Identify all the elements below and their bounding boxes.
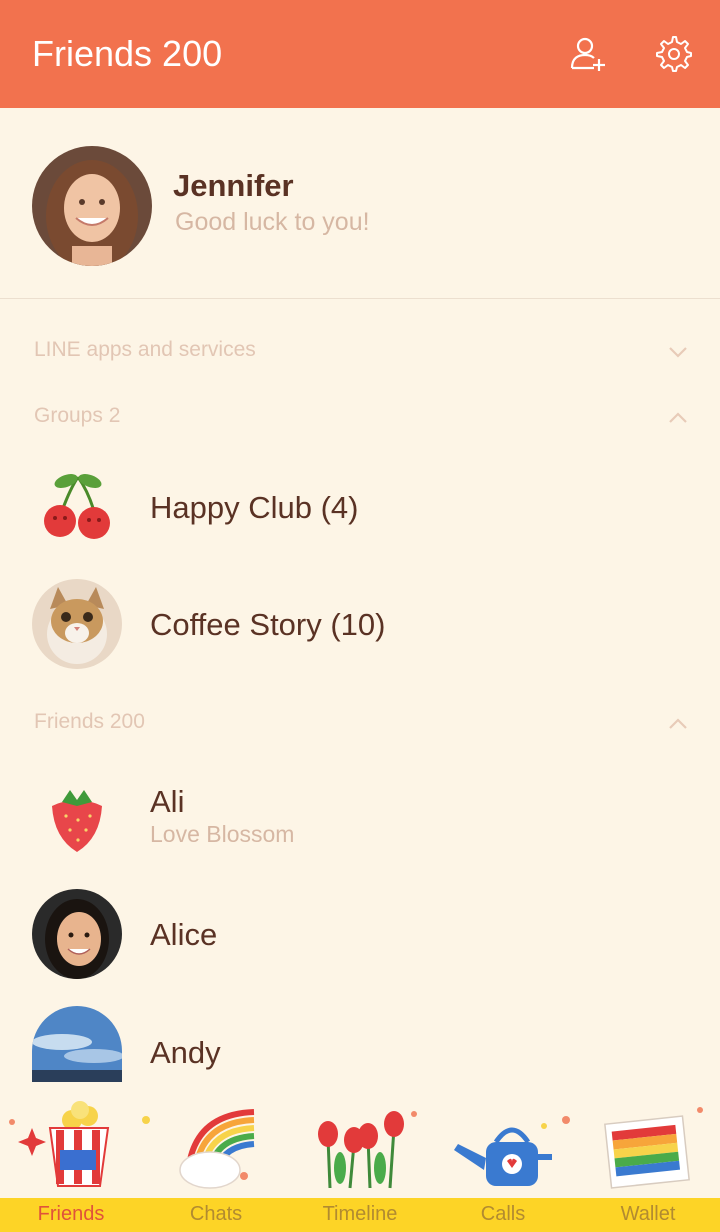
section-header-friends[interactable]: Friends 200 [34,710,145,734]
chevron-up-icon[interactable] [666,712,690,736]
rainbow-cloud-icon [179,1109,255,1189]
friend-name: Alice [150,917,218,952]
tab-sticker-strip [0,1098,720,1198]
chevron-down-icon[interactable] [666,340,690,364]
profile-avatar[interactable] [32,146,152,266]
tab-wallet[interactable]: Wallet [588,1203,708,1226]
tab-chats[interactable]: Chats [156,1203,276,1226]
gear-icon[interactable] [654,34,694,74]
app-header: Friends 200 [0,0,720,108]
friend-name: Andy [150,1035,221,1070]
chevron-up-icon[interactable] [666,406,690,430]
section-header-services[interactable]: LINE apps and services [34,338,256,362]
page-title: Friends 200 [32,33,223,74]
watering-can-icon [454,1116,570,1186]
tab-calls[interactable]: Calls [443,1203,563,1226]
friend-status-message: Love Blossom [150,821,295,847]
friend-avatar [32,889,122,979]
sky-avatar [32,1006,122,1082]
add-friend-icon[interactable] [568,34,608,74]
bottom-tab-bar: Friends Chats Timeline Calls Wallet [0,1198,720,1232]
tulips-icon [318,1111,417,1189]
popcorn-icon [9,1101,150,1187]
strawberry-icon [32,776,122,866]
friend-name: Ali [150,784,185,819]
group-name: Happy Club (4) [150,490,359,525]
divider [0,298,720,299]
profile-name: Jennifer [173,168,294,203]
tab-friends[interactable]: Friends [11,1203,131,1226]
profile-status-message: Good luck to you! [175,208,370,236]
group-name: Coffee Story (10) [150,607,386,642]
cat-avatar [32,579,122,669]
section-header-groups[interactable]: Groups 2 [34,404,120,428]
cherries-icon [32,463,122,553]
tab-timeline[interactable]: Timeline [300,1203,420,1226]
rainbow-card-icon [604,1107,703,1189]
my-profile[interactable]: Jennifer Good luck to you! [0,108,720,298]
